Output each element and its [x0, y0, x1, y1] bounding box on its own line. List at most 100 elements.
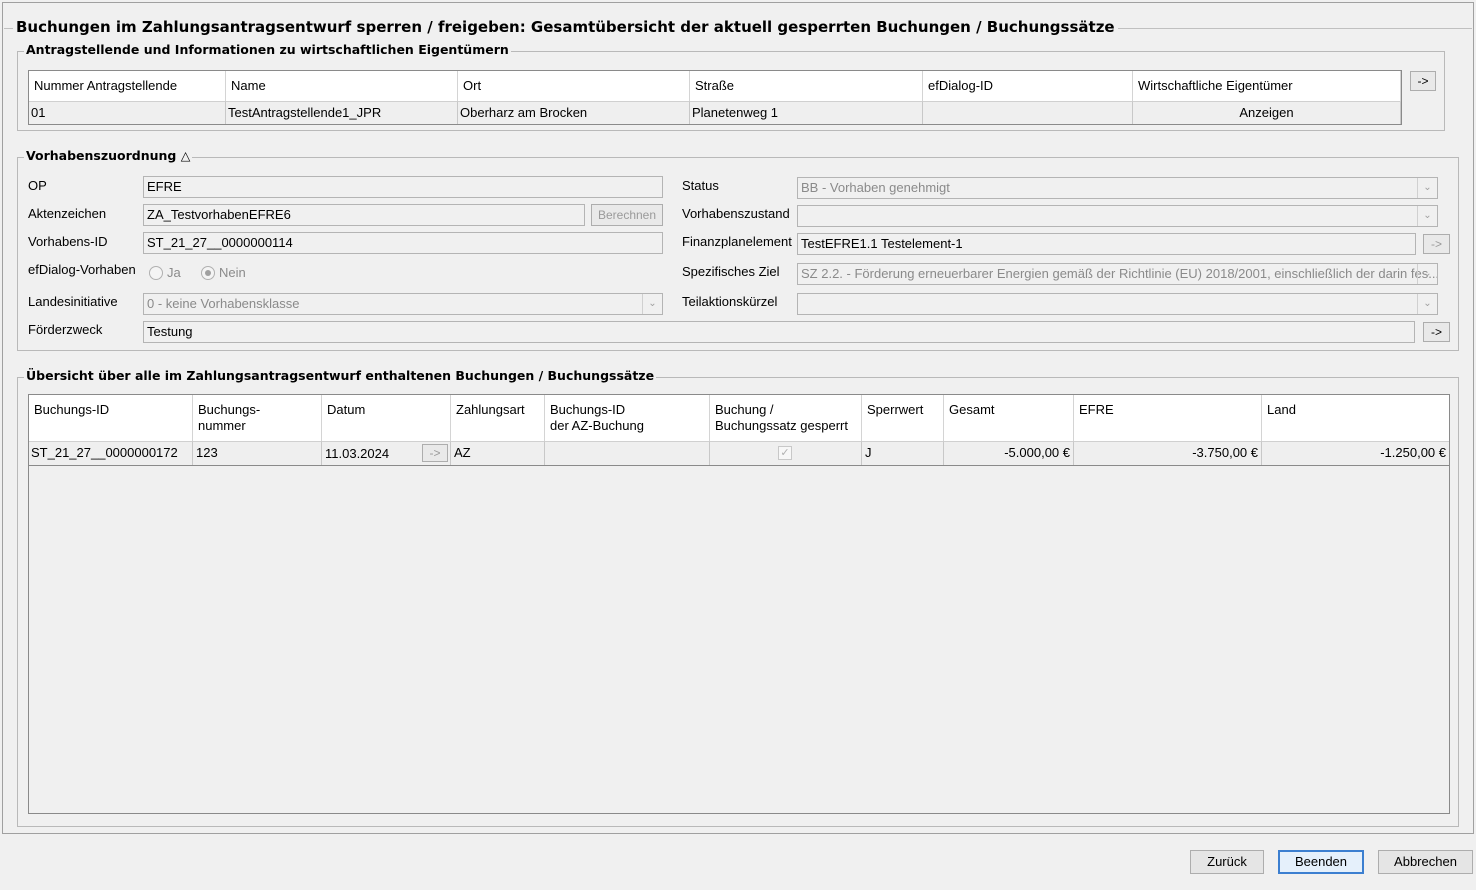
- bookings-table: Buchungs-ID Buchungs-nummer Datum Zahlun…: [28, 394, 1450, 814]
- berechnen-button[interactable]: Berechnen: [591, 204, 663, 226]
- aktenzeichen-label: Aktenzeichen: [28, 206, 107, 221]
- col-header-ort[interactable]: Ort: [458, 71, 690, 101]
- col-header-eigentuemer[interactable]: Wirtschaftliche Eigentümer: [1133, 71, 1401, 101]
- spezifisches-ziel-value: SZ 2.2. - Förderung erneuerbarer Energie…: [801, 266, 1438, 281]
- col-header-az-buchung[interactable]: Buchungs-ID der AZ-Buchung: [545, 395, 710, 441]
- op-field[interactable]: EFRE: [143, 176, 663, 198]
- aktenzeichen-field[interactable]: ZA_TestvorhabenEFRE6: [143, 204, 585, 226]
- col-header-efre[interactable]: EFRE: [1074, 395, 1262, 441]
- col-header-sperrwert[interactable]: Sperrwert: [862, 395, 944, 441]
- col-header-land[interactable]: Land: [1262, 395, 1449, 441]
- spezifisches-ziel-select[interactable]: SZ 2.2. - Förderung erneuerbarer Energie…: [797, 263, 1438, 285]
- landesinitiative-value: 0 - keine Vorhabensklasse: [147, 296, 300, 311]
- table-cell-efre[interactable]: -3.750,00 €: [1074, 441, 1262, 465]
- col-header-az-buchung-line2: der AZ-Buchung: [550, 418, 644, 433]
- table-cell-datum[interactable]: 11.03.2024 ->: [322, 441, 451, 465]
- col-header-gesperrt-line2: Buchungssatz gesperrt: [715, 418, 848, 433]
- table-cell-gesperrt[interactable]: ✓: [710, 441, 862, 465]
- table-cell-land[interactable]: -1.250,00 €: [1262, 441, 1449, 465]
- vorhabenszustand-label: Vorhabenszustand: [682, 206, 790, 221]
- table-empty-area: [29, 465, 1449, 813]
- table-cell-gesamt[interactable]: -5.000,00 €: [944, 441, 1074, 465]
- status-value: BB - Vorhaben genehmigt: [801, 180, 950, 195]
- teilaktion-label: Teilaktionskürzel: [682, 294, 778, 309]
- main-panel: Buchungen im Zahlungsantragsentwurf sper…: [2, 2, 1474, 834]
- datum-value: 11.03.2024: [325, 446, 390, 461]
- status-label: Status: [682, 178, 719, 193]
- col-header-land-line1: Land: [1267, 402, 1296, 417]
- col-header-buchungsnummer[interactable]: Buchungs-nummer: [193, 395, 322, 441]
- applicants-details-button[interactable]: ->: [1410, 71, 1436, 91]
- col-header-az-buchung-line1: Buchungs-ID: [550, 402, 626, 417]
- col-header-gesamt[interactable]: Gesamt: [944, 395, 1074, 441]
- project-group-label: Vorhabenszuordnung: [26, 148, 177, 163]
- table-cell-strasse[interactable]: Planetenweg 1: [690, 101, 923, 124]
- col-header-sperrwert-line1: Sperrwert: [867, 402, 924, 417]
- bookings-group: Übersicht über alle im Zahlungsantragsen…: [17, 368, 1459, 827]
- table-cell-zahlungsart[interactable]: AZ: [451, 441, 545, 465]
- radio-nein[interactable]: [201, 266, 215, 280]
- foerderzweck-edit-button[interactable]: ->: [1423, 322, 1450, 342]
- applicants-group: Antragstellende und Informationen zu wir…: [17, 42, 1445, 131]
- col-header-gesperrt-line1: Buchung /: [715, 402, 774, 417]
- col-header-datum[interactable]: Datum: [322, 395, 451, 441]
- chevron-down-icon[interactable]: ⌄: [1417, 206, 1437, 226]
- foerderzweck-label: Förderzweck: [28, 322, 103, 337]
- collapse-triangle-icon[interactable]: △: [181, 148, 191, 163]
- page-title: Buchungen im Zahlungsantragsentwurf sper…: [13, 18, 1118, 38]
- datum-arrow-button[interactable]: ->: [422, 444, 448, 462]
- col-header-buchungs-id-line1: Buchungs-ID: [34, 402, 110, 417]
- landesinitiative-select[interactable]: 0 - keine Vorhabensklasse ⌄: [143, 293, 663, 315]
- gesperrt-checkbox[interactable]: ✓: [778, 446, 792, 460]
- table-cell-buchungsnummer[interactable]: 123: [193, 441, 322, 465]
- status-select[interactable]: BB - Vorhaben genehmigt ⌄: [797, 177, 1438, 199]
- foerderzweck-field[interactable]: Testung: [143, 321, 1415, 343]
- finanzplanelement-field[interactable]: TestEFRE1.1 Testelement-1: [797, 233, 1416, 255]
- applicants-table: Nummer Antragstellende Name Ort Straße e…: [28, 70, 1402, 125]
- table-cell-sperrwert[interactable]: J: [862, 441, 944, 465]
- chevron-down-icon[interactable]: ⌄: [1417, 294, 1437, 314]
- col-header-buchungsnummer-line2: nummer: [198, 418, 246, 433]
- vorhabens-id-label: Vorhabens-ID: [28, 234, 108, 249]
- project-group: Vorhabenszuordnung △ OP EFRE Aktenzeiche…: [17, 148, 1459, 351]
- col-header-datum-line1: Datum: [327, 402, 366, 417]
- col-header-efre-line1: EFRE: [1079, 402, 1114, 417]
- table-cell-ort[interactable]: Oberharz am Brocken: [458, 101, 690, 124]
- efdialog-vorhaben-label: efDialog-Vorhaben: [28, 262, 136, 277]
- col-header-gesamt-line1: Gesamt: [949, 402, 995, 417]
- radio-ja[interactable]: [149, 266, 163, 280]
- applicants-group-title: Antragstellende und Informationen zu wir…: [24, 42, 511, 57]
- vorhabenszustand-select[interactable]: ⌄: [797, 205, 1438, 227]
- radio-nein-label: Nein: [219, 265, 246, 280]
- table-cell-buchungs-id[interactable]: ST_21_27__0000000172: [29, 441, 193, 465]
- table-cell-name[interactable]: TestAntragstellende1_JPR: [226, 101, 458, 124]
- landesinitiative-label: Landesinitiative: [28, 294, 118, 309]
- col-header-strasse[interactable]: Straße: [690, 71, 923, 101]
- col-header-gesperrt[interactable]: Buchung / Buchungssatz gesperrt: [710, 395, 862, 441]
- chevron-down-icon[interactable]: ⌄: [1417, 264, 1437, 284]
- col-header-buchungsnummer-line1: Buchungs-: [198, 402, 261, 417]
- vorhabens-id-field[interactable]: ST_21_27__0000000114: [143, 232, 663, 254]
- beenden-button[interactable]: Beenden: [1278, 850, 1364, 874]
- col-header-buchungs-id[interactable]: Buchungs-ID: [29, 395, 193, 441]
- col-header-zahlungsart[interactable]: Zahlungsart: [451, 395, 545, 441]
- table-cell-efdialog-id[interactable]: [923, 101, 1133, 124]
- teilaktion-select[interactable]: ⌄: [797, 293, 1438, 315]
- show-owners-button[interactable]: Anzeigen: [1133, 101, 1401, 124]
- finanzplanelement-button[interactable]: ->: [1423, 234, 1450, 254]
- table-cell-nummer[interactable]: 01: [29, 101, 226, 124]
- abbrechen-button[interactable]: Abbrechen: [1378, 850, 1473, 874]
- zurueck-button[interactable]: Zurück: [1190, 850, 1264, 874]
- chevron-down-icon[interactable]: ⌄: [642, 294, 662, 314]
- col-header-nummer[interactable]: Nummer Antragstellende: [29, 71, 226, 101]
- chevron-down-icon[interactable]: ⌄: [1417, 178, 1437, 198]
- op-label: OP: [28, 178, 47, 193]
- col-header-efdialog-id[interactable]: efDialog-ID: [923, 71, 1133, 101]
- radio-ja-label: Ja: [167, 265, 181, 280]
- spezifisches-ziel-label: Spezifisches Ziel: [682, 264, 780, 279]
- col-header-name[interactable]: Name: [226, 71, 458, 101]
- col-header-zahlungsart-line1: Zahlungsart: [456, 402, 525, 417]
- project-group-title: Vorhabenszuordnung △: [24, 148, 193, 163]
- table-cell-az-buchung[interactable]: [545, 441, 710, 465]
- finanzplanelement-label: Finanzplanelement: [682, 234, 792, 249]
